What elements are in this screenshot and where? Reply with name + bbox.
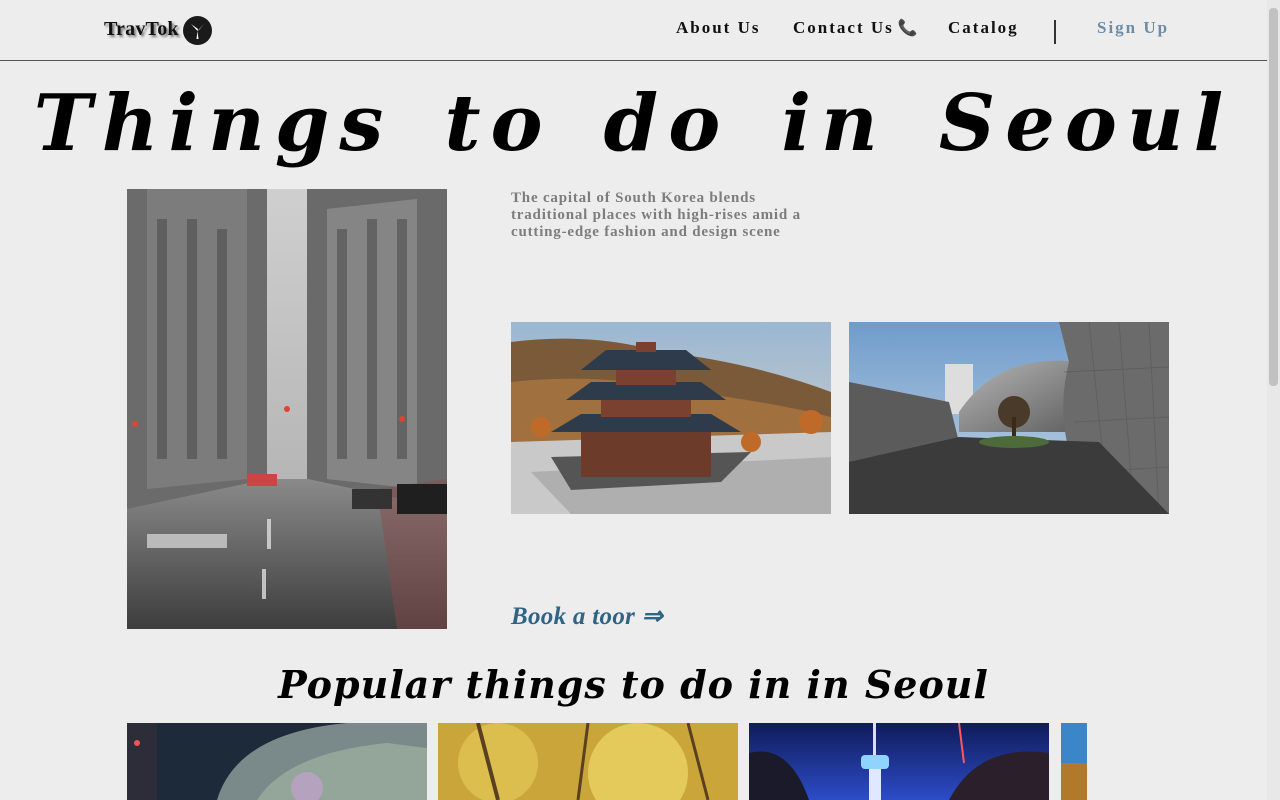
nav-contact-us[interactable]: Contact Us 📞 (793, 18, 920, 38)
book-a-tour-link[interactable]: Book a toor ⇒ (511, 601, 663, 631)
nav-divider (1054, 20, 1056, 44)
popular-card-ginkgo-trees[interactable] (438, 723, 738, 800)
sign-up-button[interactable]: Sign Up (1097, 18, 1169, 38)
phone-icon: 📞 (897, 20, 920, 37)
city-description: The capital of South Korea blends tradit… (511, 190, 801, 240)
site-header: TravTok About Us Contact Us 📞 Catalog Sig… (0, 0, 1267, 61)
popular-card-n-seoul-tower[interactable] (749, 723, 1049, 800)
nav-contact-label: Contact Us (793, 18, 894, 37)
seoul-street-photo (127, 189, 447, 629)
compass-logo-icon[interactable] (183, 16, 212, 45)
nav-about-us[interactable]: About Us (676, 18, 761, 38)
popular-card-partial[interactable] (1061, 723, 1087, 800)
brand-name[interactable]: TravTok (104, 18, 179, 41)
page-title: Things to do in Seoul (33, 78, 1234, 169)
page-scrollbar[interactable] (1267, 0, 1280, 800)
palace-pagoda-photo (511, 322, 831, 514)
dongdaemun-design-plaza-photo (849, 322, 1169, 514)
popular-section-title: Popular things to do in in Seoul (278, 662, 989, 707)
popular-card-ddp-night[interactable] (127, 723, 427, 800)
nav-catalog[interactable]: Catalog (948, 18, 1019, 38)
scrollbar-thumb[interactable] (1269, 8, 1278, 386)
